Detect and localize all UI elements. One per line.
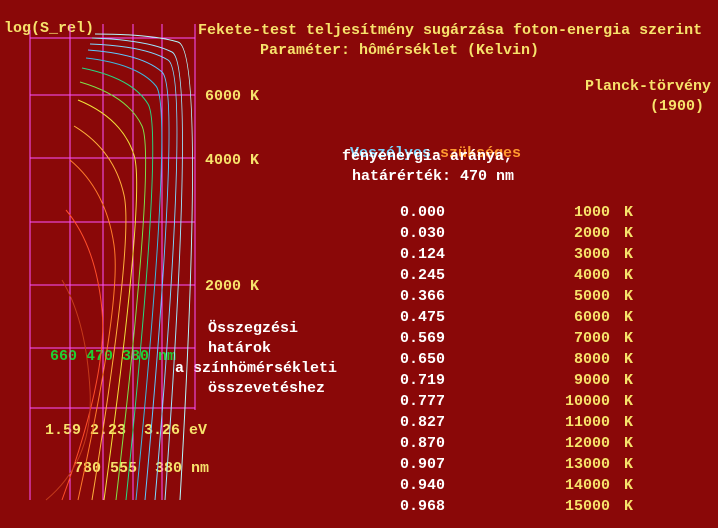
ratio-value: 0.475 [400,309,520,330]
ratio-temp: 15000 [520,498,624,519]
ratio-temp: 9000 [520,372,624,393]
ratio-row: 0.7199000K [400,372,644,393]
ratio-temp: 7000 [520,330,624,351]
ratio-temp: 2000 [520,225,624,246]
ratio-row: 0.0302000K [400,225,644,246]
ratio-temp: 8000 [520,351,624,372]
ratio-value: 0.366 [400,288,520,309]
ratio-row: 0.1243000K [400,246,644,267]
grid-horizontals [30,38,195,408]
ratio-value: 0.030 [400,225,520,246]
ratio-unit: K [624,309,644,330]
ratio-row: 0.94014000K [400,477,644,498]
ratio-row: 0.3665000K [400,288,644,309]
ratio-value: 0.940 [400,477,520,498]
ratio-temp: 13000 [520,456,624,477]
ratio-value: 0.124 [400,246,520,267]
ratio-temp: 4000 [520,267,624,288]
ratio-row: 0.4756000K [400,309,644,330]
ratio-row: 0.87012000K [400,435,644,456]
ratio-unit: K [624,267,644,288]
ratio-value: 0.569 [400,330,520,351]
ratio-unit: K [624,477,644,498]
ratio-row: 0.82711000K [400,414,644,435]
ratio-row: 0.0001000K [400,204,644,225]
ratio-temp: 12000 [520,435,624,456]
ratio-value: 0.000 [400,204,520,225]
planck-curves [46,34,193,500]
ratio-unit: K [624,246,644,267]
ratio-unit: K [624,372,644,393]
ratio-unit: K [624,456,644,477]
ratio-unit: K [624,435,644,456]
ratio-temp: 10000 [520,393,624,414]
ratio-value: 0.777 [400,393,520,414]
ratio-unit: K [624,351,644,372]
ratio-value: 0.827 [400,414,520,435]
ratio-temp: 14000 [520,477,624,498]
ratio-value: 0.650 [400,351,520,372]
ratio-row: 0.96815000K [400,498,644,519]
ratio-value: 0.719 [400,372,520,393]
ratio-temp: 3000 [520,246,624,267]
ratio-unit: K [624,225,644,246]
ratio-value: 0.907 [400,456,520,477]
ratio-unit: K [624,204,644,225]
ratio-unit: K [624,393,644,414]
ratio-unit: K [624,330,644,351]
ratio-row: 0.77710000K [400,393,644,414]
ratio-value: 0.870 [400,435,520,456]
ratio-row: 0.90713000K [400,456,644,477]
ratio-value: 0.968 [400,498,520,519]
ratio-temp: 1000 [520,204,624,225]
ratio-value: 0.245 [400,267,520,288]
ratio-temp: 5000 [520,288,624,309]
ratio-unit: K [624,414,644,435]
ratio-row: 0.5697000K [400,330,644,351]
ratio-temp: 6000 [520,309,624,330]
ratio-unit: K [624,288,644,309]
ratio-unit: K [624,498,644,519]
ratio-row: 0.6508000K [400,351,644,372]
ratio-temp: 11000 [520,414,624,435]
ratio-row: 0.2454000K [400,267,644,288]
